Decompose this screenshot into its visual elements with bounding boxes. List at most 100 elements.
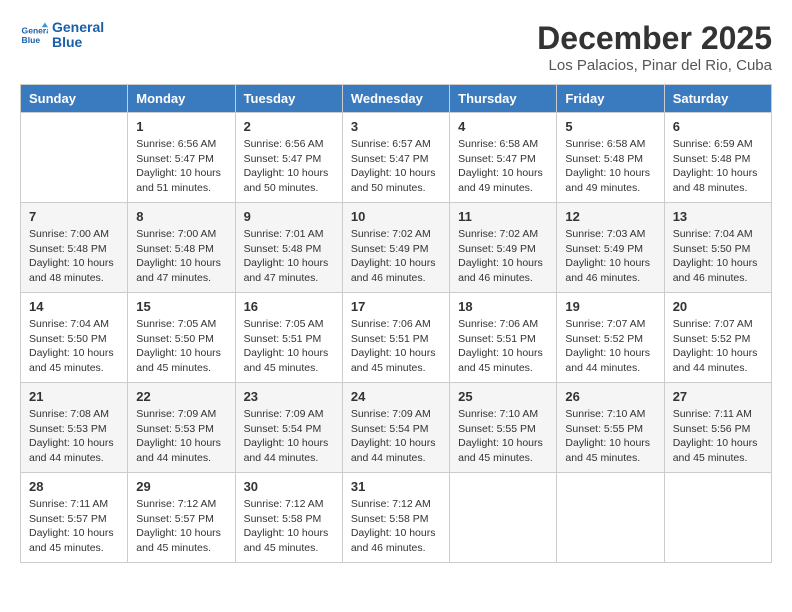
week-row-3: 14Sunrise: 7:04 AM Sunset: 5:50 PM Dayli… — [21, 293, 772, 383]
cell-day-number: 26 — [565, 389, 655, 404]
cell-info: Sunrise: 7:05 AM Sunset: 5:51 PM Dayligh… — [244, 317, 334, 376]
cell-info: Sunrise: 6:57 AM Sunset: 5:47 PM Dayligh… — [351, 137, 441, 196]
column-header-tuesday: Tuesday — [235, 85, 342, 113]
cell-day-number: 9 — [244, 209, 334, 224]
calendar-table: SundayMondayTuesdayWednesdayThursdayFrid… — [20, 84, 772, 563]
cell-day-number: 24 — [351, 389, 441, 404]
calendar-cell: 7Sunrise: 7:00 AM Sunset: 5:48 PM Daylig… — [21, 203, 128, 293]
subtitle: Los Palacios, Pinar del Rio, Cuba — [537, 57, 772, 74]
calendar-cell: 20Sunrise: 7:07 AM Sunset: 5:52 PM Dayli… — [664, 293, 771, 383]
calendar-cell: 3 Sunrise: 6:57 AM Sunset: 5:47 PM Daylig… — [342, 113, 449, 203]
calendar-cell: 9Sunrise: 7:01 AM Sunset: 5:48 PM Daylig… — [235, 203, 342, 293]
cell-info: Sunrise: 7:08 AM Sunset: 5:53 PM Dayligh… — [29, 407, 119, 466]
cell-info: Sunrise: 7:10 AM Sunset: 5:55 PM Dayligh… — [458, 407, 548, 466]
calendar-cell: 26 Sunrise: 7:10 AM Sunset: 5:55 PM Dayli… — [557, 383, 664, 473]
cell-day-number: 17 — [351, 299, 441, 314]
cell-day-number: 10 — [351, 209, 441, 224]
cell-day-number: 5 — [565, 119, 655, 134]
calendar-cell: 22Sunrise: 7:09 AM Sunset: 5:53 PM Dayli… — [128, 383, 235, 473]
cell-day-number: 29 — [136, 479, 226, 494]
calendar-cell — [557, 473, 664, 563]
cell-day-number: 31 — [351, 479, 441, 494]
calendar-cell: 4 Sunrise: 6:58 AM Sunset: 5:47 PM Daylig… — [450, 113, 557, 203]
cell-day-number: 2 — [244, 119, 334, 134]
column-header-thursday: Thursday — [450, 85, 557, 113]
cell-info: Sunrise: 7:12 AM Sunset: 5:58 PM Dayligh… — [244, 497, 334, 556]
calendar-cell: 11 Sunrise: 7:02 AM Sunset: 5:49 PM Dayli… — [450, 203, 557, 293]
calendar-body: 1 Sunrise: 6:56 AM Sunset: 5:47 PM Daylig… — [21, 113, 772, 563]
calendar-cell: 8Sunrise: 7:00 AM Sunset: 5:48 PM Daylig… — [128, 203, 235, 293]
cell-day-number: 23 — [244, 389, 334, 404]
cell-day-number: 11 — [458, 209, 548, 224]
calendar-cell: 28 Sunrise: 7:11 AM Sunset: 5:57 PM Dayli… — [21, 473, 128, 563]
cell-info: Sunrise: 6:56 AM Sunset: 5:47 PM Dayligh… — [244, 137, 334, 196]
cell-info: Sunrise: 7:02 AM Sunset: 5:49 PM Dayligh… — [458, 227, 548, 286]
week-row-1: 1 Sunrise: 6:56 AM Sunset: 5:47 PM Daylig… — [21, 113, 772, 203]
calendar-header: SundayMondayTuesdayWednesdayThursdayFrid… — [21, 85, 772, 113]
cell-info: Sunrise: 7:06 AM Sunset: 5:51 PM Dayligh… — [458, 317, 548, 376]
calendar-cell: 13Sunrise: 7:04 AM Sunset: 5:50 PM Dayli… — [664, 203, 771, 293]
calendar-cell: 17Sunrise: 7:06 AM Sunset: 5:51 PM Dayli… — [342, 293, 449, 383]
calendar-cell: 6Sunrise: 6:59 AM Sunset: 5:48 PM Daylig… — [664, 113, 771, 203]
svg-text:Blue: Blue — [22, 35, 41, 45]
cell-info: Sunrise: 7:05 AM Sunset: 5:50 PM Dayligh… — [136, 317, 226, 376]
calendar-cell: 24 Sunrise: 7:09 AM Sunset: 5:54 PM Dayli… — [342, 383, 449, 473]
cell-day-number: 8 — [136, 209, 226, 224]
cell-day-number: 6 — [673, 119, 763, 134]
week-row-4: 21 Sunrise: 7:08 AM Sunset: 5:53 PM Dayli… — [21, 383, 772, 473]
calendar-cell: 1 Sunrise: 6:56 AM Sunset: 5:47 PM Daylig… — [128, 113, 235, 203]
cell-info: Sunrise: 7:12 AM Sunset: 5:57 PM Dayligh… — [136, 497, 226, 556]
cell-day-number: 4 — [458, 119, 548, 134]
calendar-cell — [664, 473, 771, 563]
column-header-monday: Monday — [128, 85, 235, 113]
calendar-cell: 16 Sunrise: 7:05 AM Sunset: 5:51 PM Dayli… — [235, 293, 342, 383]
cell-info: Sunrise: 7:12 AM Sunset: 5:58 PM Dayligh… — [351, 497, 441, 556]
calendar-cell: 18 Sunrise: 7:06 AM Sunset: 5:51 PM Dayli… — [450, 293, 557, 383]
logo-text: GeneralBlue — [52, 20, 104, 51]
calendar-cell: 14Sunrise: 7:04 AM Sunset: 5:50 PM Dayli… — [21, 293, 128, 383]
calendar-cell: 15Sunrise: 7:05 AM Sunset: 5:50 PM Dayli… — [128, 293, 235, 383]
cell-info: Sunrise: 6:58 AM Sunset: 5:47 PM Dayligh… — [458, 137, 548, 196]
cell-day-number: 18 — [458, 299, 548, 314]
page-header: General Blue GeneralBlue December 2025 L… — [20, 20, 772, 74]
column-header-friday: Friday — [557, 85, 664, 113]
cell-info: Sunrise: 7:09 AM Sunset: 5:54 PM Dayligh… — [244, 407, 334, 466]
week-row-5: 28 Sunrise: 7:11 AM Sunset: 5:57 PM Dayli… — [21, 473, 772, 563]
column-header-wednesday: Wednesday — [342, 85, 449, 113]
calendar-cell: 2 Sunrise: 6:56 AM Sunset: 5:47 PM Daylig… — [235, 113, 342, 203]
cell-day-number: 30 — [244, 479, 334, 494]
column-header-sunday: Sunday — [21, 85, 128, 113]
cell-day-number: 20 — [673, 299, 763, 314]
cell-info: Sunrise: 7:10 AM Sunset: 5:55 PM Dayligh… — [565, 407, 655, 466]
cell-info: Sunrise: 7:00 AM Sunset: 5:48 PM Dayligh… — [29, 227, 119, 286]
cell-day-number: 21 — [29, 389, 119, 404]
calendar-cell: 21 Sunrise: 7:08 AM Sunset: 5:53 PM Dayli… — [21, 383, 128, 473]
cell-day-number: 16 — [244, 299, 334, 314]
cell-info: Sunrise: 7:07 AM Sunset: 5:52 PM Dayligh… — [565, 317, 655, 376]
cell-info: Sunrise: 7:03 AM Sunset: 5:49 PM Dayligh… — [565, 227, 655, 286]
cell-info: Sunrise: 7:11 AM Sunset: 5:56 PM Dayligh… — [673, 407, 763, 466]
cell-day-number: 3 — [351, 119, 441, 134]
cell-day-number: 28 — [29, 479, 119, 494]
cell-info: Sunrise: 7:11 AM Sunset: 5:57 PM Dayligh… — [29, 497, 119, 556]
cell-day-number: 19 — [565, 299, 655, 314]
week-row-2: 7Sunrise: 7:00 AM Sunset: 5:48 PM Daylig… — [21, 203, 772, 293]
cell-info: Sunrise: 7:09 AM Sunset: 5:54 PM Dayligh… — [351, 407, 441, 466]
cell-day-number: 25 — [458, 389, 548, 404]
calendar-cell: 19 Sunrise: 7:07 AM Sunset: 5:52 PM Dayli… — [557, 293, 664, 383]
cell-day-number: 1 — [136, 119, 226, 134]
cell-info: Sunrise: 6:56 AM Sunset: 5:47 PM Dayligh… — [136, 137, 226, 196]
cell-day-number: 12 — [565, 209, 655, 224]
calendar-cell: 5 Sunrise: 6:58 AM Sunset: 5:48 PM Daylig… — [557, 113, 664, 203]
cell-day-number: 14 — [29, 299, 119, 314]
logo-icon: General Blue — [20, 21, 48, 49]
cell-info: Sunrise: 7:04 AM Sunset: 5:50 PM Dayligh… — [673, 227, 763, 286]
calendar-cell: 29 Sunrise: 7:12 AM Sunset: 5:57 PM Dayli… — [128, 473, 235, 563]
calendar-cell: 25 Sunrise: 7:10 AM Sunset: 5:55 PM Dayli… — [450, 383, 557, 473]
cell-day-number: 27 — [673, 389, 763, 404]
header-row: SundayMondayTuesdayWednesdayThursdayFrid… — [21, 85, 772, 113]
column-header-saturday: Saturday — [664, 85, 771, 113]
logo: General Blue GeneralBlue — [20, 20, 104, 51]
calendar-cell — [450, 473, 557, 563]
cell-info: Sunrise: 6:58 AM Sunset: 5:48 PM Dayligh… — [565, 137, 655, 196]
